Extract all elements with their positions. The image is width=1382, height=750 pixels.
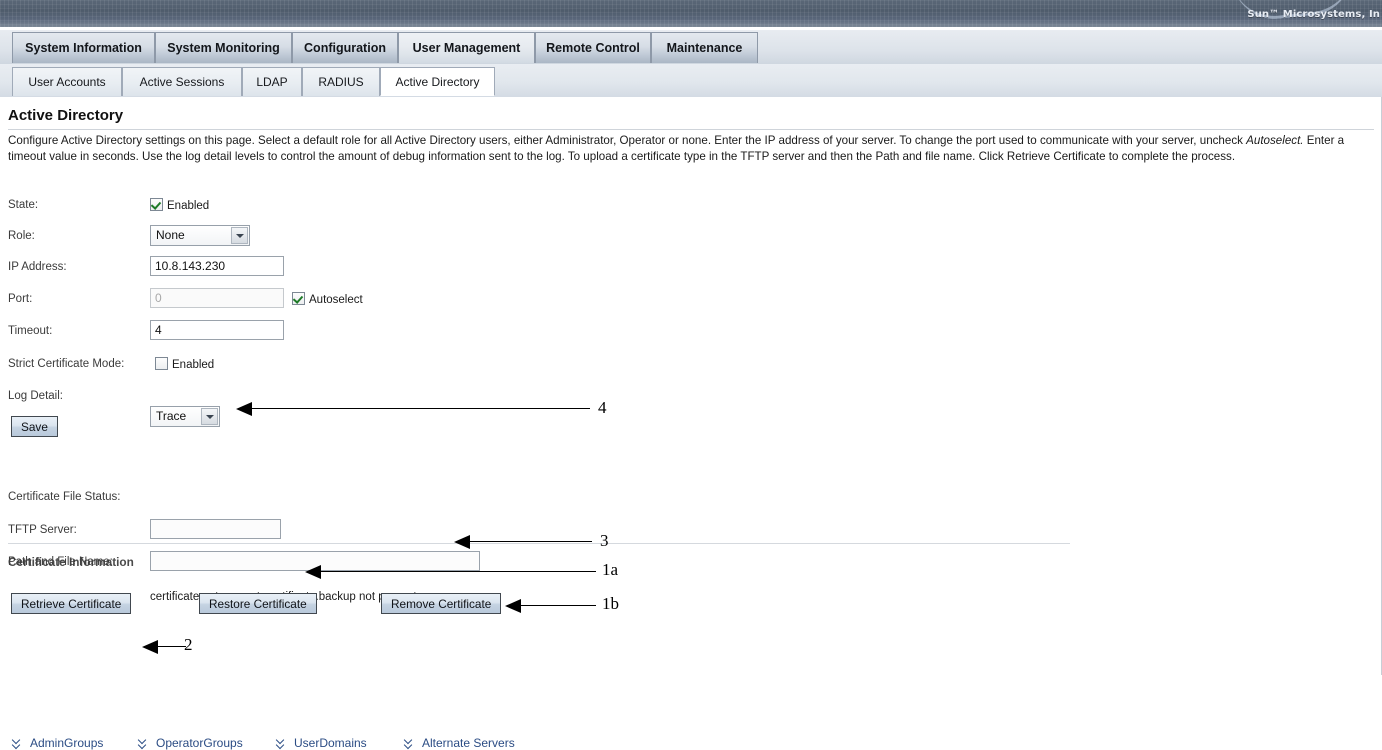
role-select-value: None <box>156 228 185 242</box>
certificate-file-status-label: Certificate File Status: <box>8 491 121 503</box>
expander-label: AdminGroups <box>30 736 104 750</box>
annotation-4-number: 4 <box>598 398 607 417</box>
subtab-ldap[interactable]: LDAP <box>242 67 302 96</box>
expander-label: Alternate Servers <box>422 736 515 750</box>
role-label: Role: <box>8 230 35 242</box>
subtab-label: User Accounts <box>28 75 106 89</box>
subtab-active-directory[interactable]: Active Directory <box>380 67 495 96</box>
ip-address-label: IP Address: <box>8 261 67 273</box>
state-checkbox[interactable] <box>150 198 163 211</box>
tab-label: Maintenance <box>666 41 743 55</box>
double-chevron-down-icon <box>12 736 23 750</box>
retrieve-certificate-label: Retrieve Certificate <box>21 596 122 611</box>
annotation-2-line <box>158 646 186 647</box>
role-select[interactable]: None <box>150 225 250 246</box>
annotation-4-arrowhead <box>236 402 252 416</box>
save-button-label: Save <box>21 419 48 434</box>
strict-certificate-mode-label: Strict Certificate Mode: <box>8 358 125 370</box>
subtab-active-sessions[interactable]: Active Sessions <box>122 67 242 96</box>
log-detail-select[interactable]: Trace <box>150 406 220 427</box>
annotation-3-line <box>470 541 592 542</box>
section-divider <box>8 543 1070 544</box>
annotation-4-line <box>252 408 590 409</box>
tab-label: User Management <box>412 41 521 55</box>
annotation-1a-line <box>321 571 596 572</box>
brand-text-label: Sun™ Microsystems, In <box>1247 9 1380 20</box>
state-checkbox-label: Enabled <box>167 200 210 212</box>
chevron-down-icon[interactable] <box>231 227 248 244</box>
expander-user-domains[interactable]: UserDomains <box>276 736 367 750</box>
autoselect-checkbox[interactable] <box>292 292 305 305</box>
chevron-down-icon[interactable] <box>201 408 218 425</box>
tab-system-information[interactable]: System Information <box>12 32 155 63</box>
annotation-2-arrowhead <box>142 640 158 654</box>
strict-certificate-mode-checkbox-group[interactable]: Enabled <box>155 357 214 371</box>
timeout-label: Timeout: <box>8 325 53 337</box>
tab-label: Remote Control <box>546 41 640 55</box>
remove-certificate-button[interactable]: Remove Certificate <box>381 593 502 614</box>
tab-user-management[interactable]: User Management <box>398 32 535 63</box>
subtab-label: Active Directory <box>395 74 480 89</box>
tab-label: System Monitoring <box>167 41 280 55</box>
double-chevron-down-icon <box>404 736 415 750</box>
title-divider <box>8 129 1374 130</box>
port-input[interactable] <box>150 288 284 308</box>
primary-tab-bar: System Information System Monitoring Con… <box>0 30 1382 65</box>
autoselect-checkbox-group[interactable]: Autoselect <box>292 292 363 306</box>
annotation-1a-number: 1a <box>602 560 619 579</box>
timeout-input[interactable] <box>150 320 284 340</box>
log-detail-select-value: Trace <box>156 409 187 423</box>
annotation-3-arrowhead <box>454 535 470 549</box>
tab-configuration[interactable]: Configuration <box>292 32 398 63</box>
strict-certificate-mode-checkbox[interactable] <box>155 357 168 370</box>
secondary-tab-bar: User Accounts Active Sessions LDAP RADIU… <box>0 64 1382 98</box>
page-content: Active Directory Configure Active Direct… <box>0 97 1382 750</box>
save-button[interactable]: Save <box>11 416 58 437</box>
double-chevron-down-icon <box>138 736 149 750</box>
restore-certificate-button[interactable]: Restore Certificate <box>199 593 317 614</box>
subtab-label: Active Sessions <box>139 75 225 89</box>
retrieve-certificate-button[interactable]: Retrieve Certificate <box>11 593 132 614</box>
strict-certificate-mode-checkbox-label: Enabled <box>172 359 215 371</box>
annotation-1b-arrowhead <box>505 599 521 613</box>
page-description-italic: Autoselect. <box>1246 134 1304 147</box>
tab-maintenance[interactable]: Maintenance <box>651 32 758 63</box>
subtab-user-accounts[interactable]: User Accounts <box>12 67 122 96</box>
tab-label: System Information <box>25 41 142 55</box>
expander-label: UserDomains <box>294 736 367 750</box>
autoselect-label: Autoselect <box>309 294 363 306</box>
state-label: State: <box>8 199 39 211</box>
path-and-file-name-label: Path and File Name: <box>8 556 113 568</box>
annotation-1b-number: 1b <box>602 594 619 613</box>
double-chevron-down-icon <box>276 736 287 750</box>
tab-remote-control[interactable]: Remote Control <box>535 32 651 63</box>
expander-label: OperatorGroups <box>156 736 243 750</box>
brand-text: Sun™ Microsystems, In <box>1247 9 1380 20</box>
page-description-part1: Configure Active Directory settings on t… <box>8 134 1247 147</box>
expander-alternate-servers[interactable]: Alternate Servers <box>404 736 515 750</box>
page-title: Active Directory <box>8 107 124 124</box>
ip-address-input[interactable] <box>150 256 284 276</box>
expander-admin-groups[interactable]: AdminGroups <box>12 736 103 750</box>
subtab-label: LDAP <box>256 75 288 89</box>
port-label: Port: <box>8 293 33 305</box>
expander-operator-groups[interactable]: OperatorGroups <box>138 736 243 750</box>
restore-certificate-label: Restore Certificate <box>209 596 307 611</box>
tftp-server-label: TFTP Server: <box>8 524 77 536</box>
tab-label: Configuration <box>304 41 386 55</box>
remove-certificate-label: Remove Certificate <box>391 596 492 611</box>
subtab-radius[interactable]: RADIUS <box>302 67 380 96</box>
page-description: Configure Active Directory settings on t… <box>8 133 1376 165</box>
annotation-1a-arrowhead <box>305 565 321 579</box>
annotation-2-number: 2 <box>184 635 193 654</box>
subtab-label: RADIUS <box>318 75 364 89</box>
annotation-3-number: 3 <box>600 531 609 550</box>
tftp-server-input[interactable] <box>150 519 281 539</box>
tab-system-monitoring[interactable]: System Monitoring <box>155 32 292 63</box>
log-detail-label: Log Detail: <box>8 390 63 402</box>
annotation-1b-line <box>521 605 596 606</box>
state-checkbox-group[interactable]: Enabled <box>150 198 209 212</box>
brand-bar-texture <box>0 0 1382 27</box>
brand-bar <box>0 0 1382 27</box>
